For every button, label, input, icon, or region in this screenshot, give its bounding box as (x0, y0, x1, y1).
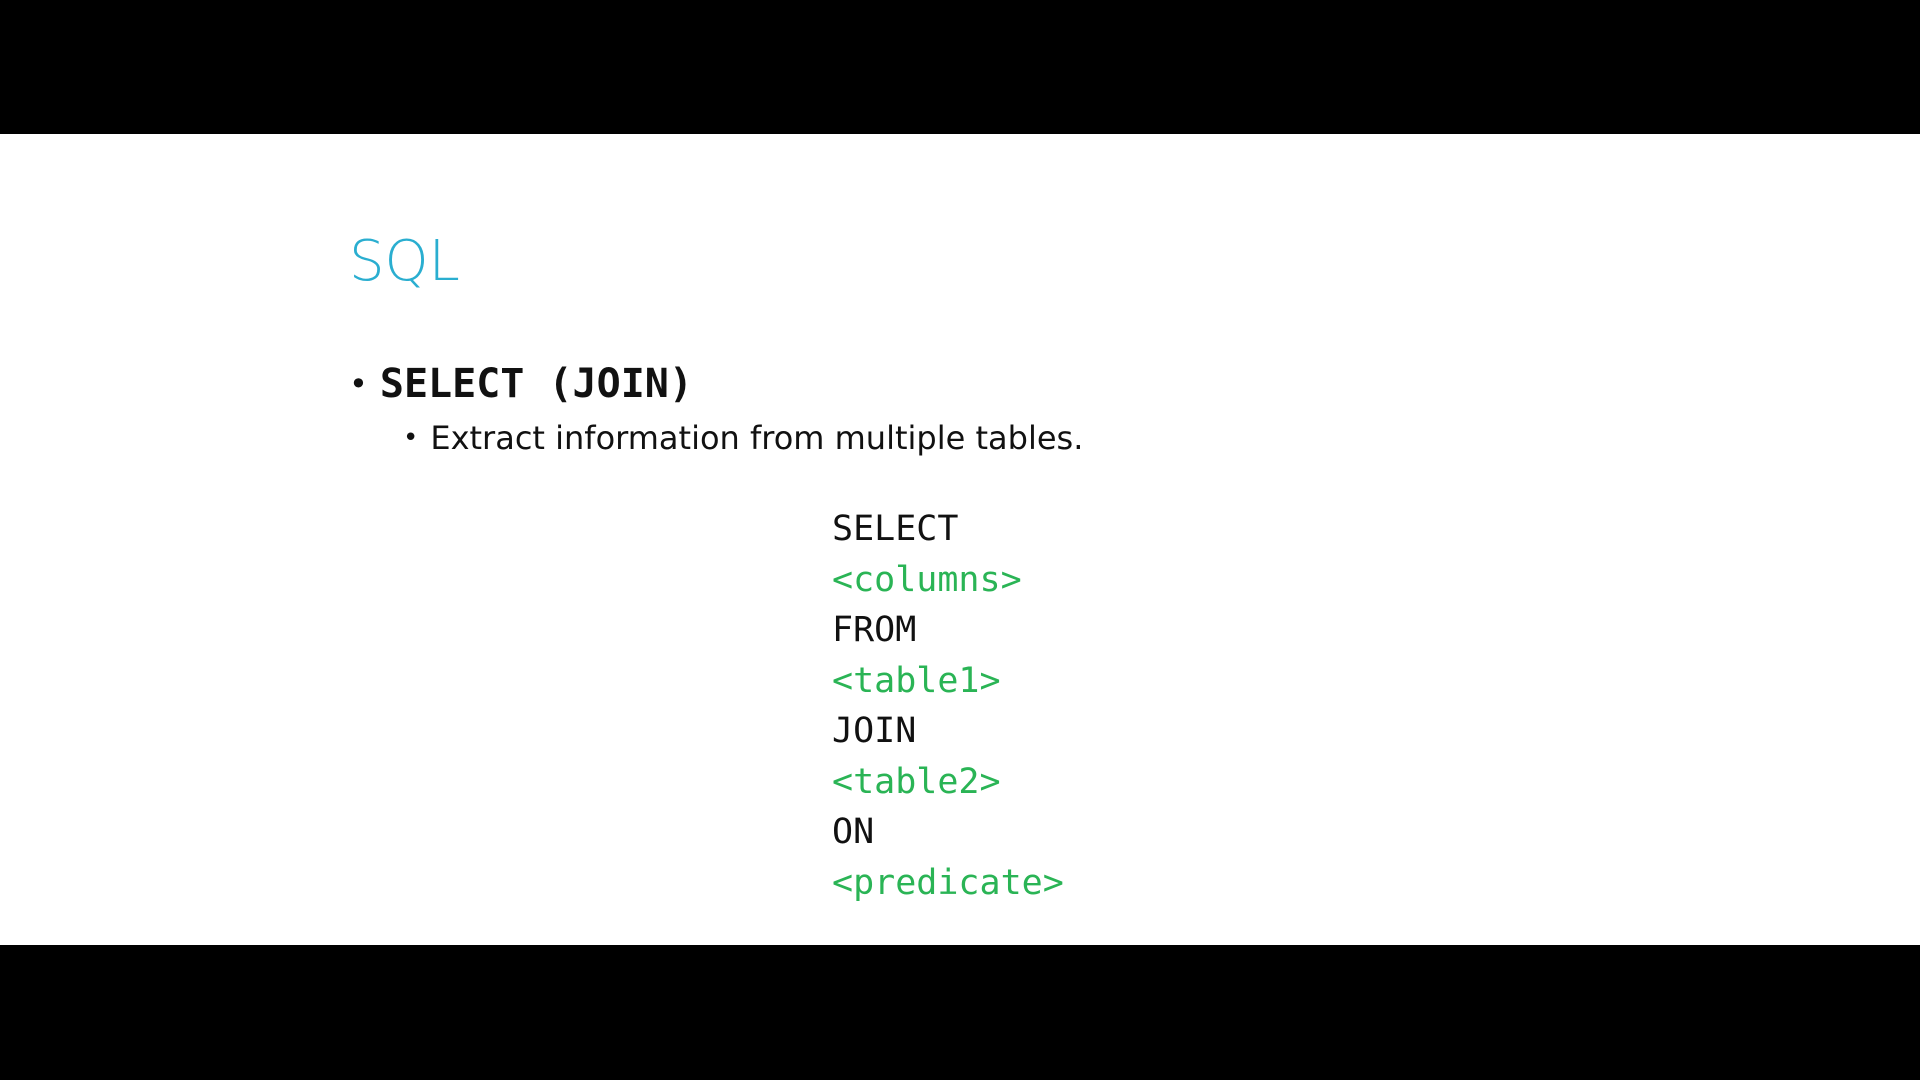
bullet-select-join: • SELECT (JOIN) (349, 352, 693, 416)
sub-bullet-description: • Extract information from multiple tabl… (403, 412, 1083, 464)
sub-bullet-dot: • (403, 423, 419, 453)
code-line-predicate: <predicate> (832, 862, 1064, 903)
code-line-on: ON (832, 812, 875, 852)
sql-code-block: SELECT <columns> FROM <table1> JOIN <tab… (832, 504, 1064, 908)
code-line-join: JOIN (832, 711, 917, 751)
bullet-dot: • (349, 365, 368, 403)
slide: SQL • SELECT (JOIN) • Extract informatio… (0, 134, 1920, 945)
letterbox-top (0, 0, 1920, 134)
code-line-table1: <table1> (832, 660, 1001, 701)
bullet-text: SELECT (JOIN) (379, 361, 693, 407)
slide-title: SQL (349, 229, 460, 294)
code-line-select: SELECT (832, 509, 959, 549)
code-line-table2: <table2> (832, 761, 1001, 802)
sub-bullet-text: Extract information from multiple tables… (430, 419, 1084, 457)
code-line-from: FROM (832, 610, 917, 650)
letterbox-bottom (0, 945, 1920, 1080)
code-line-columns: <columns> (832, 559, 1022, 600)
